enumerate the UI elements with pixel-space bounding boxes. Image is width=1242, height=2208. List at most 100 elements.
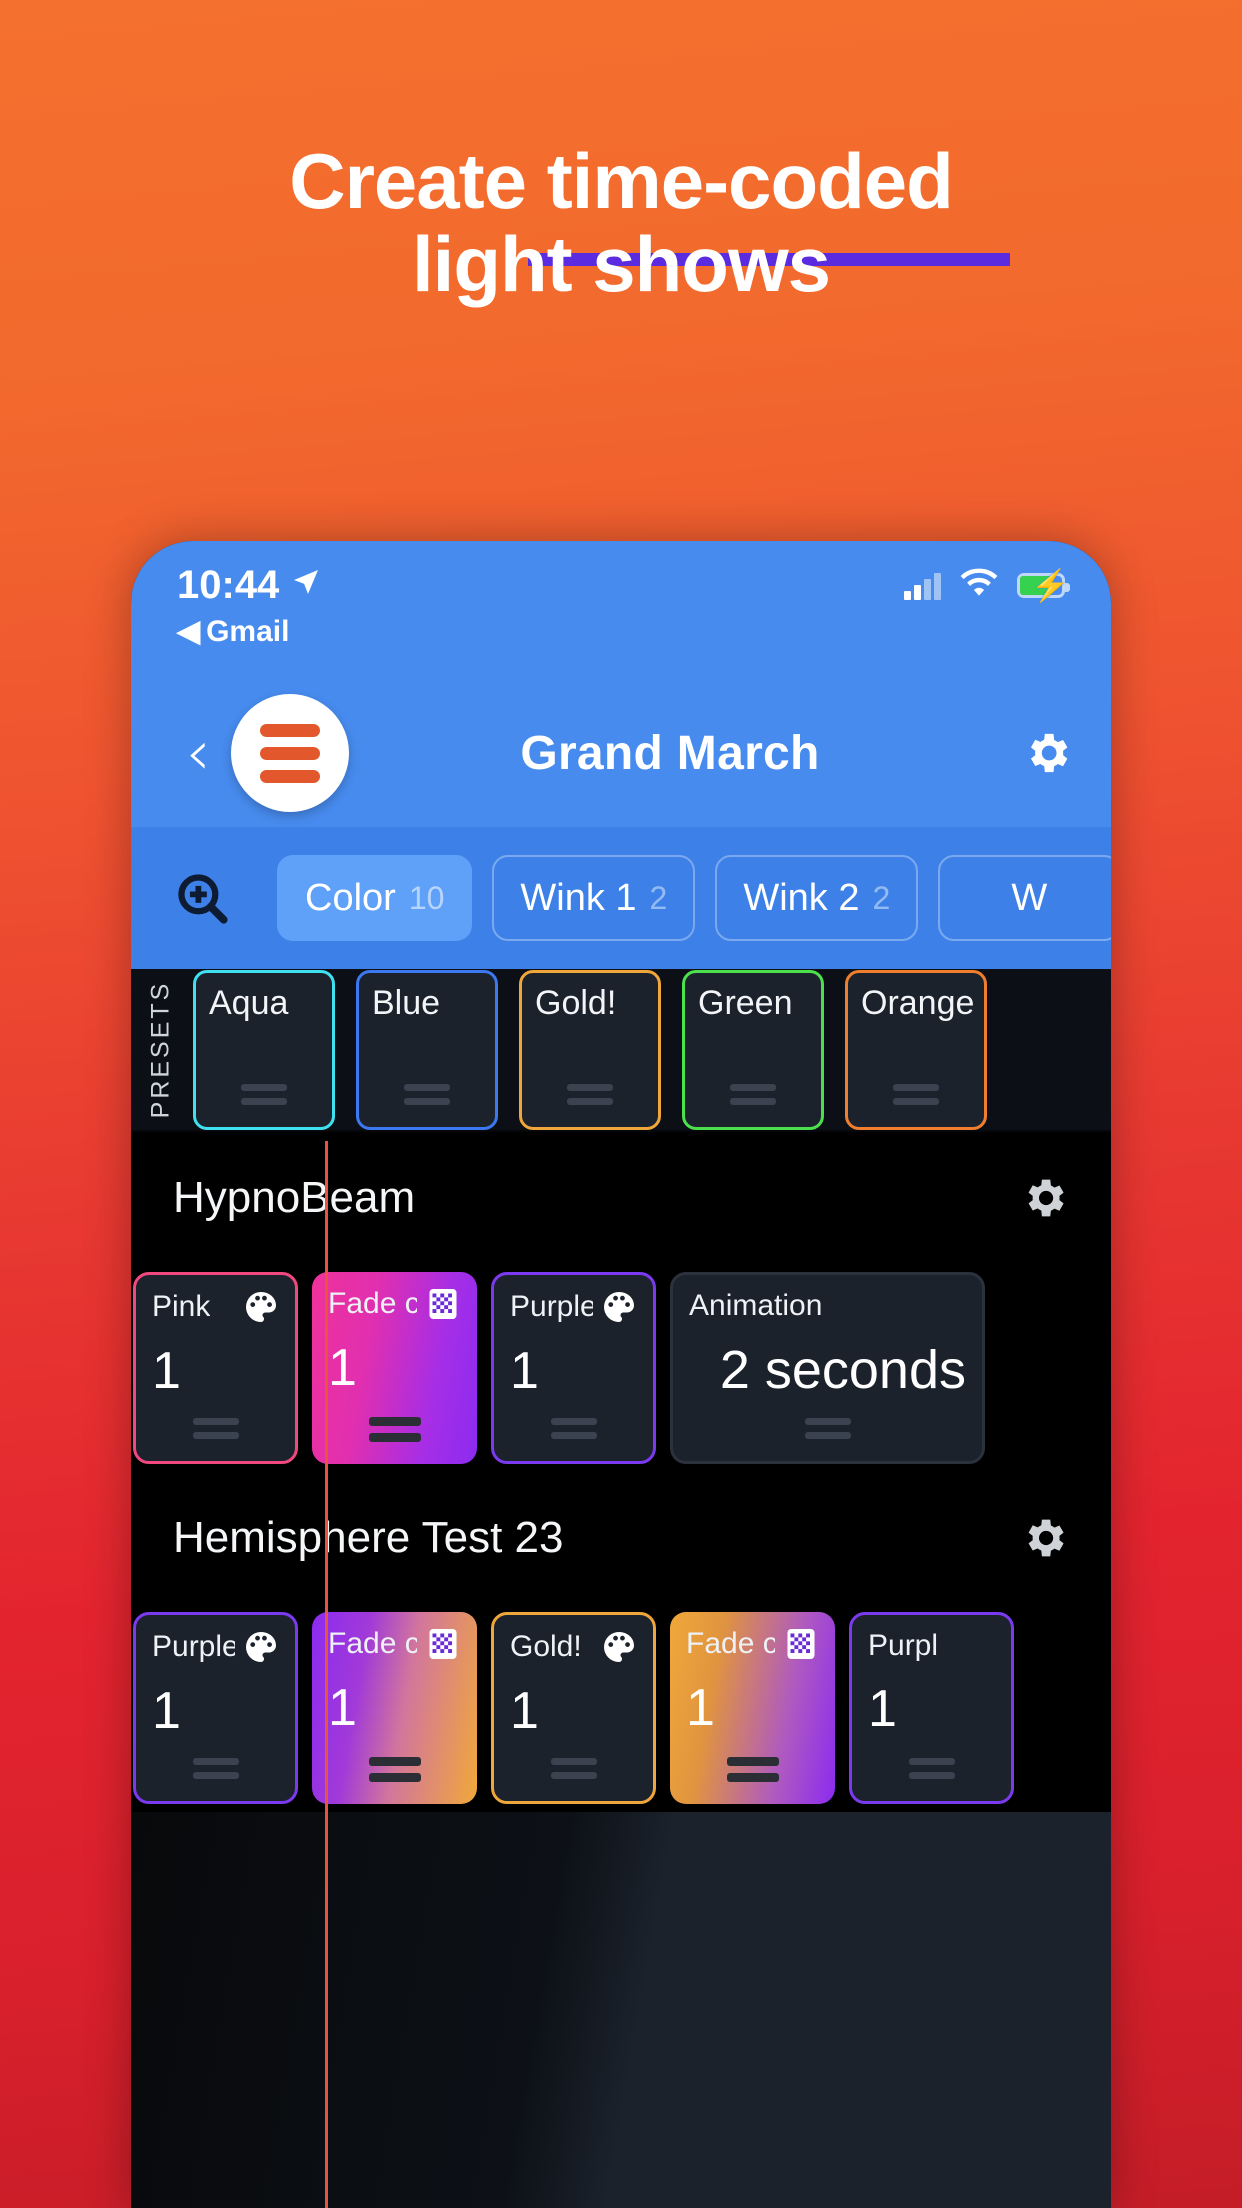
clip-label: Pink xyxy=(152,1290,211,1323)
drag-handle-icon[interactable] xyxy=(908,1758,955,1779)
gear-icon[interactable] xyxy=(1019,1513,1069,1563)
clip-value: 1 xyxy=(152,1342,181,1400)
track-name: HypnoBeam xyxy=(173,1173,416,1222)
clip-label: Animation xyxy=(689,1289,823,1322)
drag-handle-icon[interactable] xyxy=(730,1083,776,1105)
drag-handle-icon[interactable] xyxy=(550,1758,597,1779)
status-bar: 10:44 ⚡ ◀ Gmail xyxy=(131,541,1111,679)
tab-partial[interactable]: W xyxy=(938,855,1111,941)
preset-card[interactable]: Aqua xyxy=(193,969,335,1130)
tab-wink-2[interactable]: Wink 2 2 xyxy=(715,855,919,941)
cellular-signal-icon xyxy=(904,572,941,600)
drag-handle-icon[interactable] xyxy=(368,1757,421,1782)
zoom-in-icon[interactable] xyxy=(131,869,273,927)
tab-label: Wink 1 xyxy=(520,876,637,919)
status-icons: ⚡ xyxy=(904,567,1070,604)
clip-row-hypnobeam[interactable]: Pink 1 Fade c 1 Purple 1 Animation 2 sec… xyxy=(131,1264,1111,1472)
drag-handle-icon[interactable] xyxy=(241,1083,287,1105)
clip-card[interactable]: Fade c 1 xyxy=(670,1612,835,1804)
clip-value: 1 xyxy=(510,1682,539,1740)
checkered-icon xyxy=(425,1626,461,1662)
preset-card[interactable]: Green xyxy=(682,969,824,1130)
back-app-label: Gmail xyxy=(206,614,290,648)
clip-card[interactable]: Purple 1 xyxy=(491,1272,656,1464)
tab-count: 2 xyxy=(649,879,668,916)
status-time-group: 10:44 xyxy=(177,563,322,608)
tab-count: 2 xyxy=(872,879,891,916)
back-to-app-link[interactable]: ◀ Gmail xyxy=(177,614,1065,649)
triangle-left-icon: ◀ xyxy=(177,615,201,648)
drag-handle-icon[interactable] xyxy=(804,1418,851,1439)
palette-icon xyxy=(601,1289,637,1325)
page-title: Grand March xyxy=(520,726,820,780)
clip-value: 1 xyxy=(328,1679,357,1737)
gear-icon[interactable] xyxy=(1019,1173,1069,1223)
tab-color[interactable]: Color 10 xyxy=(277,855,473,941)
clip-value: 1 xyxy=(686,1679,715,1737)
clip-card[interactable]: Purpl 1 xyxy=(849,1612,1014,1804)
track-header-hemisphere: Hemisphere Test 23 xyxy=(131,1472,1111,1604)
track-header-hypnobeam: HypnoBeam xyxy=(131,1132,1111,1264)
tabs-scroll[interactable]: Color 10 Wink 1 2 Wink 2 2 W xyxy=(273,855,1111,941)
clip-label: Purple xyxy=(152,1630,235,1663)
clip-card[interactable]: Animation 2 seconds xyxy=(670,1272,985,1464)
gear-icon[interactable] xyxy=(1021,727,1073,779)
tab-count: 10 xyxy=(408,879,445,916)
timeline-empty-area[interactable] xyxy=(131,1812,1111,2208)
preset-card[interactable]: Gold! xyxy=(519,969,661,1130)
preset-name: Aqua xyxy=(209,983,289,1022)
drag-handle-icon[interactable] xyxy=(567,1083,613,1105)
clip-card[interactable]: Purple 1 xyxy=(133,1612,298,1804)
drag-handle-icon[interactable] xyxy=(192,1758,239,1779)
palette-icon xyxy=(243,1289,279,1325)
clip-card[interactable]: Fade c 1 xyxy=(312,1612,477,1804)
tab-wink-1[interactable]: Wink 1 2 xyxy=(492,855,696,941)
location-arrow-icon xyxy=(290,563,322,608)
preset-name: Orange xyxy=(861,983,975,1022)
drag-handle-icon[interactable] xyxy=(404,1083,450,1105)
clip-card[interactable]: Pink 1 xyxy=(133,1272,298,1464)
checkered-icon xyxy=(783,1626,819,1662)
drag-handle-icon[interactable] xyxy=(726,1757,779,1782)
headline-line-2: light shows xyxy=(412,220,831,309)
wifi-icon xyxy=(958,567,1000,604)
preset-name: Green xyxy=(698,983,793,1022)
tab-bar: Color 10 Wink 1 2 Wink 2 2 W xyxy=(131,827,1111,969)
nav-bar: ‹ Grand March xyxy=(131,679,1111,827)
phone-mockup: 10:44 ⚡ ◀ Gmail ‹ Grand March Color 10 W… xyxy=(131,541,1111,2208)
preset-card-list[interactable]: Aqua Blue Gold! Green Orange xyxy=(191,969,987,1130)
preset-name: Blue xyxy=(372,983,441,1022)
clip-value: 1 xyxy=(328,1339,357,1397)
clip-value: 1 xyxy=(868,1680,897,1738)
clip-label: Fade c xyxy=(328,1287,417,1320)
clip-value: 2 seconds xyxy=(719,1340,966,1400)
clip-card[interactable]: Gold! 1 xyxy=(491,1612,656,1804)
presets-label-text: PRESETS xyxy=(146,980,175,1119)
preset-card[interactable]: Blue xyxy=(356,969,498,1130)
drag-handle-icon[interactable] xyxy=(550,1418,597,1439)
tab-label: Color xyxy=(305,876,396,919)
preset-name: Gold! xyxy=(535,983,617,1022)
clip-row-hemisphere[interactable]: Purple 1 Fade c 1 Gold! 1 Fade c 1 Purpl… xyxy=(131,1604,1111,1812)
clip-label: Purple xyxy=(510,1290,593,1323)
clip-label: Fade c xyxy=(686,1627,775,1660)
track-name: Hemisphere Test 23 xyxy=(173,1513,564,1562)
drag-handle-icon[interactable] xyxy=(893,1083,939,1105)
status-time: 10:44 xyxy=(177,563,280,607)
chevron-left-icon[interactable]: ‹ xyxy=(169,722,227,784)
drag-handle-icon[interactable] xyxy=(368,1417,421,1442)
presets-row: PRESETS Aqua Blue Gold! Green Orange xyxy=(131,969,1111,1132)
headline-line-1: Create time-coded xyxy=(289,137,954,225)
tab-label: W xyxy=(1011,876,1048,919)
palette-icon xyxy=(243,1629,279,1665)
clip-label: Gold! xyxy=(510,1630,582,1663)
preset-card[interactable]: Orange xyxy=(845,969,987,1130)
clip-card[interactable]: Fade c 1 xyxy=(312,1272,477,1464)
palette-icon xyxy=(601,1629,637,1665)
checkered-icon xyxy=(425,1286,461,1322)
clip-label: Purpl xyxy=(868,1629,939,1662)
tab-label: Wink 2 xyxy=(743,876,860,919)
clip-value: 1 xyxy=(152,1682,181,1740)
drag-handle-icon[interactable] xyxy=(192,1418,239,1439)
battery-charging-icon: ⚡ xyxy=(1017,570,1070,601)
